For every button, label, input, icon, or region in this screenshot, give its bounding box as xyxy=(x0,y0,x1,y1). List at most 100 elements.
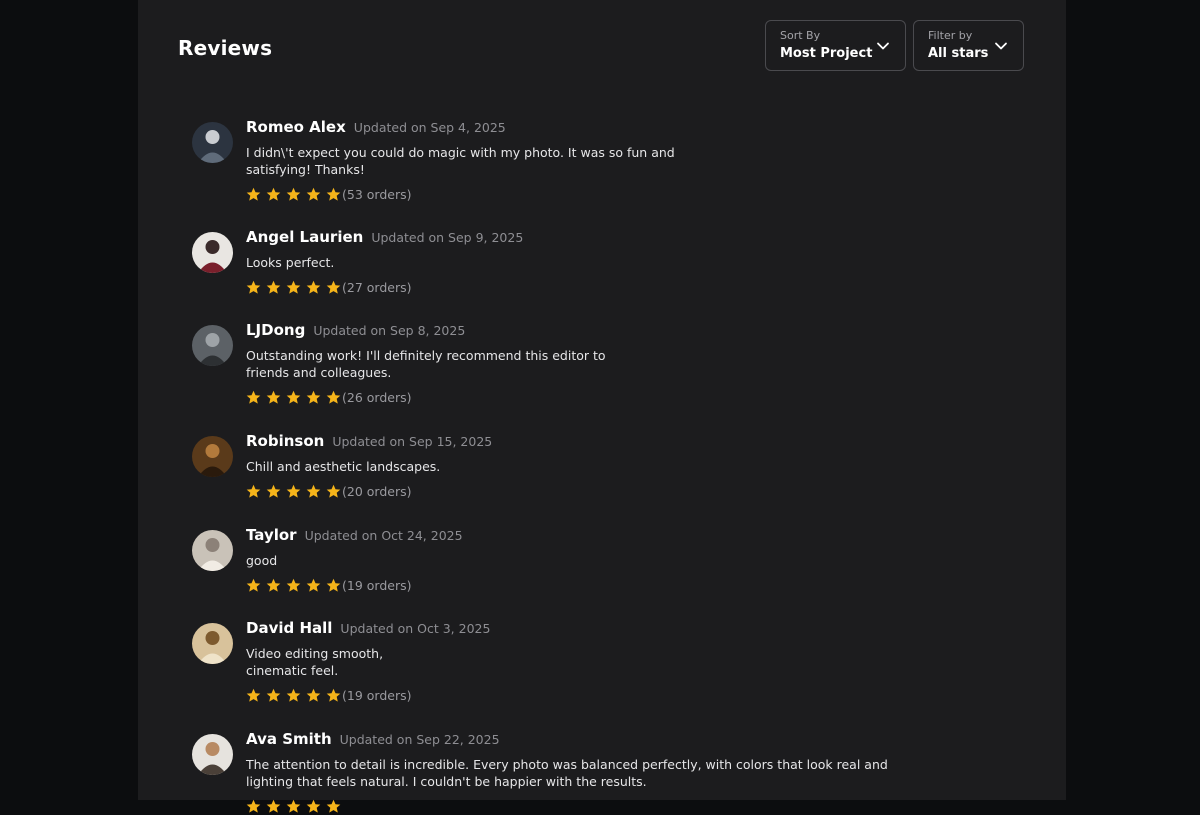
sort-by-label: Sort By xyxy=(780,29,821,42)
star-icon xyxy=(246,390,261,405)
sort-by-value: Most Project xyxy=(780,46,873,61)
updated-date: Updated on Oct 3, 2025 xyxy=(340,621,491,636)
photo-beach-icon xyxy=(192,734,233,775)
photo-warm-icon xyxy=(192,436,233,477)
star-icon xyxy=(246,799,261,814)
star-icon xyxy=(266,484,281,499)
reviewer-name-text: Romeo Alex xyxy=(246,118,346,136)
avatar[interactable] xyxy=(192,734,233,775)
updated-date: Updated on Sep 4, 2025 xyxy=(353,120,506,135)
avatar[interactable] xyxy=(192,623,233,664)
photo-cream-icon xyxy=(192,623,233,664)
review-text-line: Video editing smooth, xyxy=(246,646,384,661)
order-count: (27 orders) xyxy=(342,280,412,295)
reviewer-name-text: Taylor xyxy=(246,526,297,544)
review-text-line: satisfying! Thanks! xyxy=(246,162,365,177)
star-icon xyxy=(286,688,301,703)
updated-date: Updated on Sep 8, 2025 xyxy=(313,323,466,338)
order-count: (20 orders) xyxy=(342,484,412,499)
star-rating: (27 orders) xyxy=(246,277,412,295)
reviewer-name: Angel Laurien Updated on Sep 9, 2025 xyxy=(246,228,523,246)
star-rating: (19 orders) xyxy=(246,685,412,703)
review-text-line: cinematic feel. xyxy=(246,663,339,678)
star-icon xyxy=(266,187,281,202)
review-text: Chill and aesthetic landscapes. xyxy=(246,458,440,475)
avatar[interactable] xyxy=(192,232,233,273)
filter-by-value: All stars xyxy=(928,46,989,61)
reviewer-name-text: Ava Smith xyxy=(246,730,332,748)
star-icon xyxy=(326,280,341,295)
review-text-line: Looks perfect. xyxy=(246,255,335,270)
star-icon xyxy=(246,280,261,295)
review-text: Video editing smooth, cinematic feel. xyxy=(246,645,383,679)
review-text: Outstanding work! I'll definitely recomm… xyxy=(246,347,606,381)
star-rating: (53 orders) xyxy=(246,184,412,202)
review-text-line: I didn\'t expect you could do magic with… xyxy=(246,145,675,160)
star-icon xyxy=(326,484,341,499)
reviewer-name: Romeo Alex Updated on Sep 4, 2025 xyxy=(246,118,506,136)
star-icon xyxy=(266,578,281,593)
chevron-down-icon xyxy=(995,42,1007,50)
photo-person-icon xyxy=(192,122,233,163)
reviewer-name: Ava Smith Updated on Sep 22, 2025 xyxy=(246,730,500,748)
star-icon xyxy=(326,799,341,814)
star-rating: (26 orders) xyxy=(246,387,412,405)
star-icon xyxy=(306,280,321,295)
star-icon xyxy=(286,578,301,593)
sort-by-dropdown[interactable]: Sort By Most Project xyxy=(765,20,906,71)
star-icon xyxy=(266,688,281,703)
filter-by-label: Filter by xyxy=(928,29,973,42)
star-icon xyxy=(286,187,301,202)
review-text: Looks perfect. xyxy=(246,254,334,271)
reviewer-name-text: Robinson xyxy=(246,432,325,450)
avatar[interactable] xyxy=(192,530,233,571)
review-text-line: The attention to detail is incredible. E… xyxy=(246,757,888,772)
star-rating xyxy=(246,796,346,814)
review-text: I didn\'t expect you could do magic with… xyxy=(246,144,675,178)
reviewer-name: Taylor Updated on Oct 24, 2025 xyxy=(246,526,463,544)
star-icon xyxy=(306,799,321,814)
avatar[interactable] xyxy=(192,325,233,366)
review-text-line: Outstanding work! I'll definitely recomm… xyxy=(246,348,606,363)
review-text-line: lighting that feels natural. I couldn't … xyxy=(246,774,647,789)
avatar[interactable] xyxy=(192,436,233,477)
order-count: (26 orders) xyxy=(342,390,412,405)
order-count: (53 orders) xyxy=(342,187,412,202)
review-text-line: Chill and aesthetic landscapes. xyxy=(246,459,441,474)
reviewer-name: David Hall Updated on Oct 3, 2025 xyxy=(246,619,490,637)
review-text: good xyxy=(246,552,277,569)
photo-room-icon xyxy=(192,530,233,571)
star-rating: (20 orders) xyxy=(246,481,412,499)
star-icon xyxy=(286,799,301,814)
star-icon xyxy=(286,280,301,295)
reviewer-name-text: Angel Laurien xyxy=(246,228,364,246)
reviewer-name: Robinson Updated on Sep 15, 2025 xyxy=(246,432,492,450)
review-text: The attention to detail is incredible. E… xyxy=(246,756,888,790)
reviewer-name-text: David Hall xyxy=(246,619,333,637)
reviews-panel: Reviews Sort By Most Project Filter by A… xyxy=(138,0,1066,813)
star-icon xyxy=(246,187,261,202)
page-title: Reviews xyxy=(178,36,273,60)
updated-date: Updated on Sep 22, 2025 xyxy=(339,732,500,747)
star-icon xyxy=(326,187,341,202)
order-count: (19 orders) xyxy=(342,578,412,593)
star-icon xyxy=(246,484,261,499)
order-count: (19 orders) xyxy=(342,688,412,703)
star-icon xyxy=(246,688,261,703)
star-icon xyxy=(286,390,301,405)
updated-date: Updated on Oct 24, 2025 xyxy=(304,528,463,543)
photo-landscape-icon xyxy=(192,325,233,366)
chevron-down-icon xyxy=(877,42,889,50)
star-icon xyxy=(306,390,321,405)
star-icon xyxy=(326,578,341,593)
star-rating: (19 orders) xyxy=(246,575,412,593)
photo-woman-icon xyxy=(192,232,233,273)
star-icon xyxy=(286,484,301,499)
updated-date: Updated on Sep 9, 2025 xyxy=(371,230,524,245)
reviewer-name-text: LJDong xyxy=(246,321,306,339)
filter-by-dropdown[interactable]: Filter by All stars xyxy=(913,20,1024,71)
reviewer-name: LJDong Updated on Sep 8, 2025 xyxy=(246,321,465,339)
review-text-line: friends and colleagues. xyxy=(246,365,392,380)
avatar[interactable] xyxy=(192,122,233,163)
review-text-line: good xyxy=(246,553,278,568)
